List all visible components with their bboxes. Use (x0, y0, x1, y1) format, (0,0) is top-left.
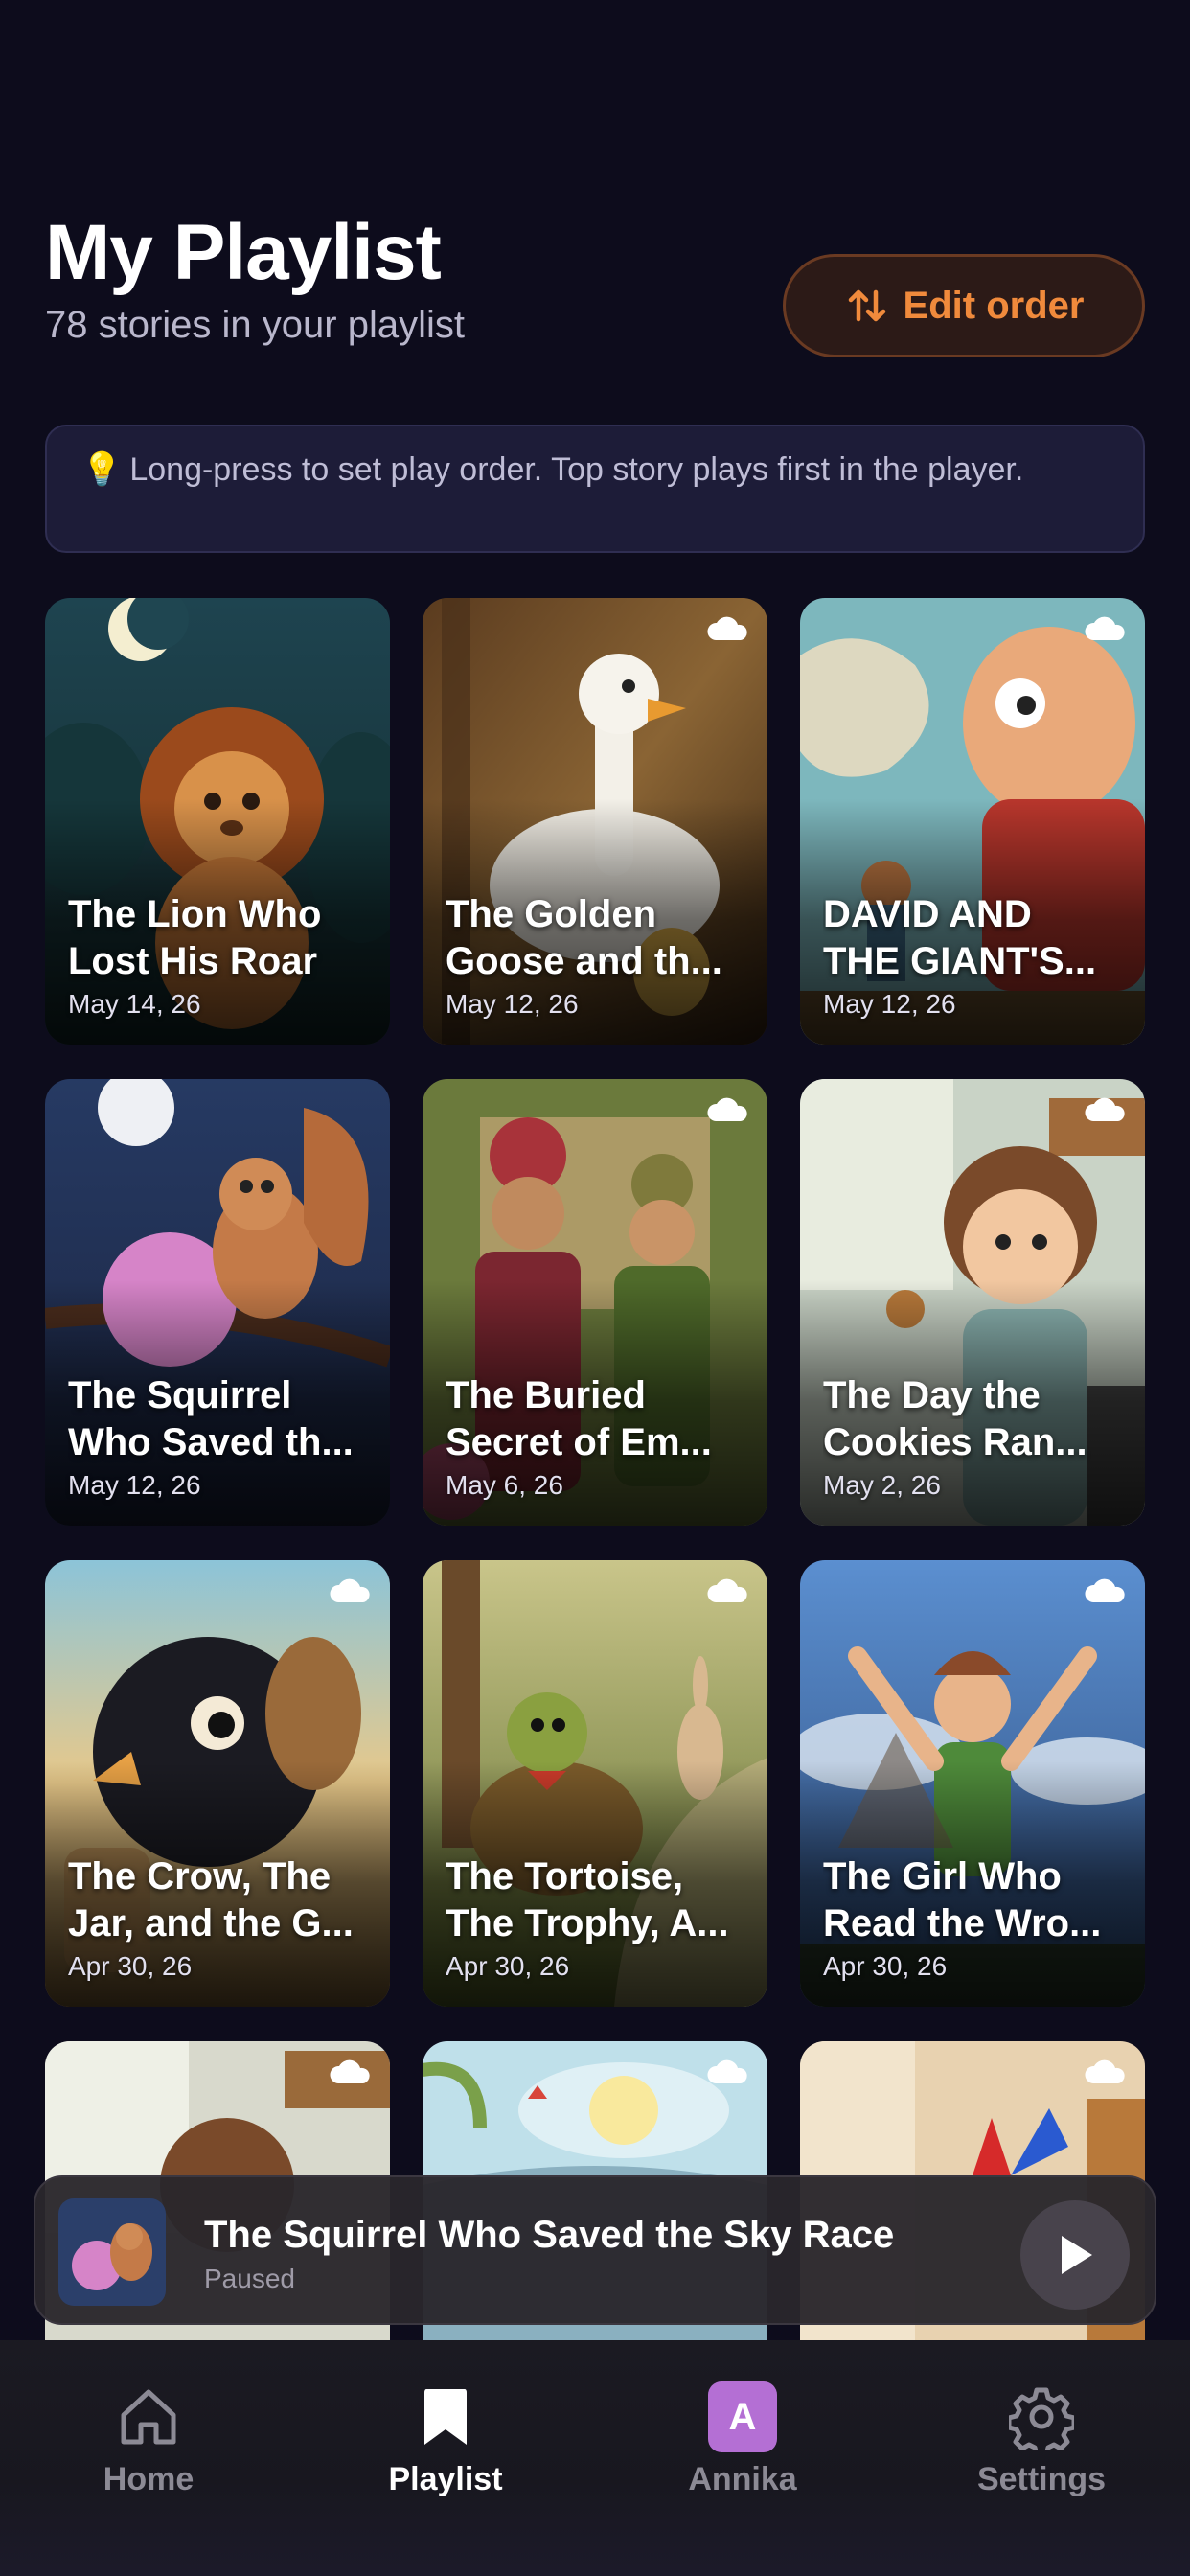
cloud-icon (1085, 1578, 1125, 1602)
tip-banner: 💡 Long-press to set play order. Top story… (45, 425, 1145, 553)
cloud-icon (330, 2059, 370, 2083)
now-playing-title: The Squirrel Who Saved the Sky Race (204, 2214, 895, 2256)
story-date: Apr 30, 26 (68, 1951, 193, 1981)
play-icon (1062, 2236, 1092, 2274)
story-date: May 12, 26 (446, 989, 579, 1019)
story-card[interactable]: The Golden Goose and th... May 12, 26 (423, 598, 767, 1045)
story-card[interactable]: The Girl Who Read the Wro... Apr 30, 26 (800, 1560, 1145, 2007)
tab-settings[interactable]: Settings (931, 2382, 1152, 2517)
story-card[interactable]: The Squirrel Who Saved th... May 12, 26 (45, 1079, 390, 1526)
story-card[interactable]: The Crow, The Jar, and the G... Apr 30, 2… (45, 1560, 390, 2007)
lightbulb-icon: 💡 (81, 451, 123, 488)
story-card[interactable]: The Buried Secret of Em... May 6, 26 (423, 1079, 767, 1526)
story-title: The Crow, The Jar, and the G... (68, 1855, 354, 1944)
story-date: May 14, 26 (68, 989, 201, 1019)
bookmark-icon (424, 2389, 467, 2445)
tab-playlist[interactable]: Playlist (335, 2382, 556, 2517)
story-date: May 2, 26 (823, 1470, 941, 1500)
tab-label: Playlist (388, 2461, 503, 2497)
story-date: May 12, 26 (823, 989, 956, 1019)
story-date: Apr 30, 26 (446, 1951, 570, 1981)
cloud-icon (707, 2059, 747, 2083)
cloud-icon (707, 616, 747, 640)
page-header: My Playlist 78 stories in your playlist (45, 206, 465, 347)
story-card[interactable]: DAVID AND THE GIANT'S... May 12, 26 (800, 598, 1145, 1045)
cloud-icon (1085, 1097, 1125, 1121)
story-card[interactable]: The Day the Cookies Ran... May 2, 26 (800, 1079, 1145, 1526)
tab-label: Annika (688, 2461, 797, 2497)
story-title: The Lion Who Lost His Roar (68, 893, 322, 982)
edit-order-label: Edit order (903, 284, 1085, 327)
tab-label: Home (103, 2461, 195, 2497)
playback-status: Paused (204, 2264, 295, 2293)
story-card[interactable]: The Lion Who Lost His Roar May 14, 26 (45, 598, 390, 1045)
gear-icon (1009, 2387, 1074, 2450)
home-icon (121, 2389, 176, 2445)
tab-profile[interactable]: A Annika (632, 2381, 853, 2517)
sort-arrows-icon (848, 289, 885, 322)
page-title: My Playlist (45, 209, 442, 296)
cloud-icon (707, 1097, 747, 1121)
play-button[interactable] (1020, 2200, 1130, 2310)
cloud-icon (330, 1578, 370, 1602)
story-title: The Day the Cookies Ran... (823, 1374, 1087, 1463)
tab-label: Settings (976, 2461, 1107, 2497)
story-title: The Squirrel Who Saved th... (68, 1374, 354, 1463)
story-title: The Buried Secret of Em... (446, 1374, 712, 1463)
tab-home[interactable]: Home (38, 2382, 259, 2517)
story-title: The Tortoise, The Trophy, A... (446, 1855, 729, 1944)
cloud-icon (1085, 616, 1125, 640)
story-date: Apr 30, 26 (823, 1951, 948, 1981)
mini-player[interactable]: The Squirrel Who Saved the Sky Race Paus… (34, 2175, 1156, 2325)
story-count: 78 stories in your playlist (45, 304, 465, 346)
story-title: The Golden Goose and th... (446, 893, 722, 982)
cloud-icon (707, 1578, 747, 1602)
tip-text: Long-press to set play order. Top story … (129, 451, 1024, 488)
avatar: A (708, 2381, 777, 2452)
cloud-icon (1085, 2059, 1125, 2083)
story-title: DAVID AND THE GIANT'S... (823, 893, 1097, 982)
story-card[interactable]: The Tortoise, The Trophy, A... Apr 30, 26 (423, 1560, 767, 2007)
edit-order-button[interactable]: Edit order (783, 254, 1145, 357)
story-date: May 12, 26 (68, 1470, 201, 1500)
story-date: May 6, 26 (446, 1470, 563, 1500)
story-title: The Girl Who Read the Wro... (823, 1855, 1102, 1944)
now-playing-thumbnail (58, 2198, 166, 2306)
tab-bar: Home Playlist A Annika Settings (0, 2340, 1190, 2576)
